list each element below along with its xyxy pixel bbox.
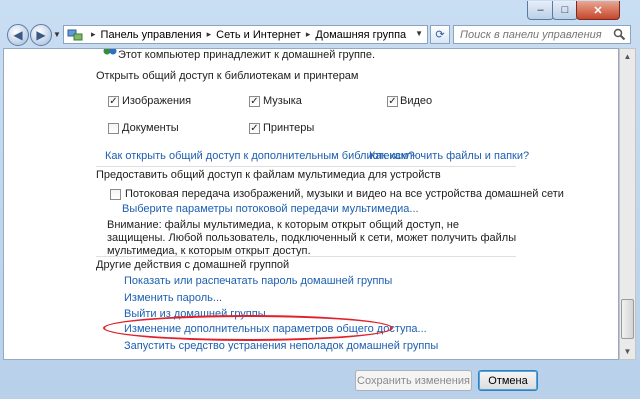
change-password-link[interactable]: Изменить пароль...: [124, 292, 222, 304]
address-bar[interactable]: ▸ Панель управления ▸ Сеть и Интернет ▸ …: [63, 25, 428, 44]
music-label: Музыка: [263, 95, 302, 107]
media-warning-text: Внимание: файлы мультимедиа, к которым о…: [107, 219, 517, 257]
breadcrumb-network-internet[interactable]: Сеть и Интернет: [216, 29, 301, 41]
refresh-button[interactable]: ⟳: [430, 25, 450, 44]
dialog-footer: Сохранить изменения Отмена: [0, 362, 640, 399]
breadcrumb-chevron-icon: ▸: [305, 29, 311, 39]
homegroup-settings-panel: Этот компьютер принадлежит к домашней гр…: [3, 48, 619, 360]
images-label: Изображения: [122, 95, 192, 107]
search-input[interactable]: [458, 27, 612, 42]
section-divider: [96, 166, 516, 167]
documents-label: Документы: [122, 122, 179, 134]
breadcrumb-control-panel[interactable]: Панель управления: [101, 29, 202, 41]
troubleshooter-link[interactable]: Запустить средство устранения неполадок …: [124, 340, 438, 352]
vertical-scrollbar[interactable]: ▲ ▼: [619, 48, 636, 360]
search-icon[interactable]: [613, 28, 626, 44]
exclude-files-link[interactable]: Как исключить файлы и папки?: [369, 150, 529, 162]
navigation-bar: ◀ ▶ ▼ ▸ Панель управления ▸ Сеть и Интер…: [0, 22, 640, 48]
breadcrumb-homegroup[interactable]: Домашняя группа: [315, 29, 406, 41]
close-button[interactable]: ✕: [576, 1, 620, 20]
printers-checkbox[interactable]: ✓: [249, 123, 260, 134]
printers-label: Принтеры: [263, 122, 315, 134]
media-section-heading: Предоставить общий доступ к файлам мульт…: [96, 169, 441, 181]
images-checkbox[interactable]: ✓: [108, 96, 119, 107]
streaming-options-link[interactable]: Выберите параметры потоковой передачи му…: [122, 203, 419, 215]
save-changes-button[interactable]: Сохранить изменения: [355, 370, 472, 391]
back-button[interactable]: ◀: [7, 24, 29, 46]
maximize-button[interactable]: □: [552, 1, 578, 20]
address-dropdown-icon[interactable]: ▼: [415, 29, 423, 38]
recent-pages-dropdown[interactable]: ▼: [53, 30, 61, 39]
music-checkbox[interactable]: ✓: [249, 96, 260, 107]
breadcrumb-chevron-icon: ▸: [206, 29, 212, 39]
video-label: Видео: [400, 95, 433, 107]
cancel-button[interactable]: Отмена: [478, 370, 538, 391]
video-checkbox[interactable]: ✓: [387, 96, 398, 107]
homegroup-member-status: Этот компьютер принадлежит к домашней гр…: [118, 49, 376, 61]
highlight-oval: [103, 315, 393, 341]
media-streaming-label: Потоковая передача изображений, музыки и…: [125, 188, 564, 200]
scroll-down-icon[interactable]: ▼: [621, 344, 634, 359]
share-more-libraries-link[interactable]: Как открыть общий доступ к дополнительны…: [105, 150, 414, 162]
control-panel-window: – □ ✕ ◀ ▶ ▼ ▸ Панель управления ▸ Сеть и…: [0, 0, 640, 399]
other-actions-heading: Другие действия с домашней группой: [96, 259, 290, 271]
libraries-section-heading: Открыть общий доступ к библиотекам и при…: [96, 70, 359, 82]
forward-button[interactable]: ▶: [30, 24, 52, 46]
forward-arrow-icon: ▶: [36, 28, 46, 42]
title-bar: – □ ✕: [0, 0, 640, 22]
scroll-thumb[interactable]: [621, 299, 634, 339]
search-box[interactable]: [453, 25, 631, 44]
network-folder-icon: [67, 28, 83, 42]
breadcrumb-chevron-icon: ▸: [91, 29, 96, 39]
back-arrow-icon: ◀: [13, 28, 23, 42]
documents-checkbox[interactable]: [108, 123, 119, 134]
show-password-link[interactable]: Показать или распечатать пароль домашней…: [124, 275, 392, 287]
scroll-up-icon[interactable]: ▲: [621, 49, 634, 64]
homegroup-icon: [103, 49, 117, 60]
refresh-icon: ⟳: [435, 29, 445, 41]
section-divider: [96, 256, 516, 257]
media-streaming-checkbox[interactable]: [110, 189, 121, 200]
minimize-button[interactable]: –: [527, 1, 554, 20]
